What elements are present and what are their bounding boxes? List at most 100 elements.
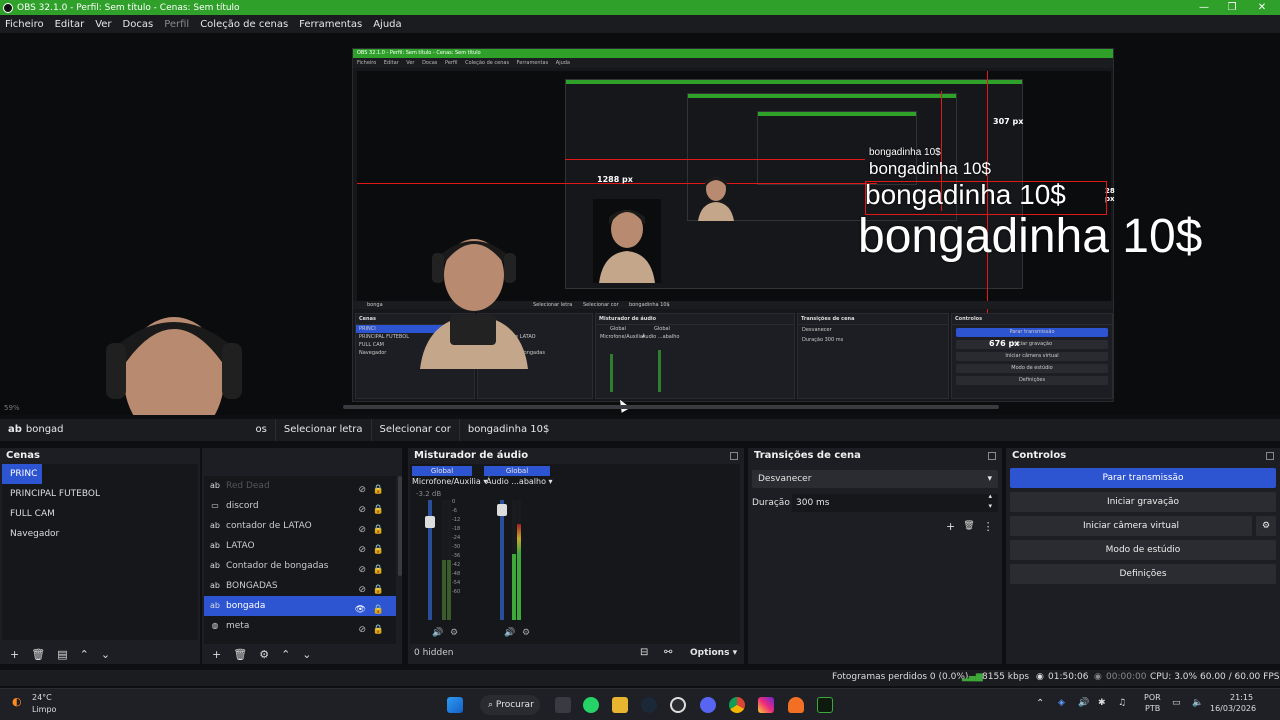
stop-streaming-button[interactable]: Parar transmissão: [1010, 468, 1276, 488]
menu-editar[interactable]: Editar: [55, 19, 85, 30]
mixer-settings-icon[interactable]: ⚙: [450, 628, 458, 638]
dock-float-icon[interactable]: [988, 452, 996, 460]
instagram-icon[interactable]: [758, 697, 774, 713]
scene-item[interactable]: Navegador: [2, 524, 198, 544]
select-font-button[interactable]: Selecionar letra: [274, 419, 371, 441]
studio-mode-button[interactable]: Modo de estúdio: [1010, 540, 1276, 560]
move-down-icon[interactable]: ⌄: [302, 648, 311, 661]
mixer-track-name[interactable]: Áudio ...abalho ▾: [486, 477, 553, 486]
preview-horizontal-scrollbar[interactable]: [343, 405, 999, 409]
tray-volume-icon[interactable]: 🔊: [1078, 698, 1089, 708]
audio-level-fill: [442, 560, 446, 620]
nested-mixer-name: Áudio ...abalho: [642, 334, 680, 340]
visibility-hidden-icon[interactable]: ⊘: [358, 620, 366, 640]
chrome-icon[interactable]: [729, 697, 745, 713]
language-indicator[interactable]: POR: [1144, 693, 1161, 702]
source-item[interactable]: ab Contador de bongadas ⊘ 🔒: [204, 556, 396, 576]
add-source-icon[interactable]: +: [212, 648, 221, 661]
add-transition-icon[interactable]: +: [946, 520, 955, 533]
transition-select[interactable]: Desvanecer ▾: [752, 470, 998, 488]
remove-transition-icon[interactable]: 🗑: [963, 521, 974, 531]
menu-docas[interactable]: Docas: [123, 19, 154, 30]
menu-colecao-cenas[interactable]: Coleção de cenas: [200, 19, 288, 30]
mixer-track-name[interactable]: Microfone/Auxilia ▾: [412, 477, 487, 486]
scene-item[interactable]: PRINC: [2, 464, 42, 484]
options-menu-button[interactable]: Options ▾: [690, 648, 737, 658]
properties-button[interactable]: os: [248, 419, 275, 441]
tray-bluetooth-icon[interactable]: ✱: [1098, 698, 1106, 708]
mute-speaker-icon[interactable]: 🔊: [432, 628, 443, 638]
volume-slider-track[interactable]: [500, 500, 504, 620]
source-item[interactable]: ▭ discord ⊘ 🔒: [204, 496, 396, 516]
file-explorer-icon[interactable]: [612, 697, 628, 713]
source-item[interactable]: ab BONGADAS ⊘ 🔒: [204, 576, 396, 596]
source-label: BONGADAS: [226, 581, 278, 591]
menu-ajuda[interactable]: Ajuda: [373, 19, 401, 30]
tray-app-icon[interactable]: ◈: [1058, 698, 1065, 708]
mixer-settings-icon[interactable]: ⚙: [522, 628, 530, 638]
duration-input[interactable]: 300 ms ▴ ▾: [792, 491, 998, 512]
mute-speaker-icon[interactable]: 🔊: [504, 628, 515, 638]
start-virtual-camera-button[interactable]: Iniciar câmera virtual: [1010, 516, 1252, 536]
settings-button[interactable]: Definições: [1010, 564, 1276, 584]
remove-scene-icon[interactable]: 🗑: [31, 648, 45, 661]
obs-taskbar-icon[interactable]: [670, 697, 686, 713]
move-up-icon[interactable]: ⌃: [281, 648, 290, 661]
menu-perfil[interactable]: Perfil: [164, 19, 189, 30]
weather-temp[interactable]: 24°C: [32, 693, 52, 702]
sources-list: ab Red Dead ⊘ 🔒 ▭ discord ⊘ 🔒 ab contador de LA…: [204, 476, 396, 644]
mixer-track-name-text: Áudio ...abalho: [486, 477, 546, 486]
select-color-button[interactable]: Selecionar cor: [370, 419, 459, 441]
menu-ver[interactable]: Ver: [95, 19, 111, 30]
tray-headset-icon[interactable]: ♫: [1118, 698, 1126, 708]
volume-slider-handle[interactable]: [425, 516, 435, 528]
terminal-icon[interactable]: [817, 697, 833, 713]
menu-ficheiro[interactable]: Ficheiro: [5, 19, 44, 30]
source-label: Red Dead: [226, 481, 270, 491]
mixer-layout-icon[interactable]: ⊟: [640, 647, 648, 658]
source-item[interactable]: ◍ meta ⊘ 🔒: [204, 616, 396, 636]
remove-source-icon[interactable]: 🗑: [233, 648, 247, 661]
close-button[interactable]: ✕: [1246, 0, 1278, 15]
whatsapp-icon[interactable]: [583, 697, 599, 713]
start-recording-button[interactable]: Iniciar gravação: [1010, 492, 1276, 512]
preview-canvas[interactable]: OBS 32.1.0 - Perfil: Sem título - Cenas:…: [0, 33, 1280, 415]
windows-start-icon[interactable]: [447, 697, 463, 713]
network-icon[interactable]: ▭: [1172, 698, 1181, 708]
menu-ferramentas[interactable]: Ferramentas: [299, 19, 362, 30]
source-item-selected[interactable]: ab bongada 👁 🔒: [204, 596, 396, 616]
maximize-button[interactable]: ❐: [1216, 0, 1248, 15]
sources-scrollbar[interactable]: [398, 476, 402, 576]
add-scene-icon[interactable]: +: [10, 648, 19, 661]
source-item[interactable]: ab LATAO ⊘ 🔒: [204, 536, 396, 556]
move-up-icon[interactable]: ⌃: [80, 648, 89, 661]
spinner-arrows-icon[interactable]: ▴ ▾: [988, 491, 992, 511]
discord-icon[interactable]: [700, 697, 716, 713]
task-view-icon[interactable]: [555, 697, 571, 713]
soundcloud-icon[interactable]: [788, 697, 804, 713]
steam-icon[interactable]: [641, 697, 657, 713]
speaker-icon[interactable]: 🔈: [1192, 698, 1203, 708]
dock-float-icon[interactable]: [1266, 452, 1274, 460]
dropdown-caret-icon[interactable]: ▾: [549, 477, 553, 486]
source-item[interactable]: ab Red Dead ⊘ 🔒: [204, 476, 396, 496]
transition-menu-icon[interactable]: ⋮: [983, 520, 994, 533]
move-down-icon[interactable]: ⌄: [101, 648, 110, 661]
text-value-field[interactable]: bongadinha 10$: [458, 419, 557, 441]
tray-expand-icon[interactable]: ⌃: [1036, 698, 1044, 709]
mixer-link-icon[interactable]: ⚯: [664, 647, 672, 658]
filter-scene-icon[interactable]: ▤: [57, 648, 67, 661]
taskbar-search[interactable]: ⌕ Procurar: [480, 695, 540, 715]
virtual-camera-gear-icon[interactable]: ⚙: [1256, 516, 1276, 536]
clock-time[interactable]: 21:15: [1230, 693, 1253, 702]
text-overlay-main[interactable]: bongadinha 10$: [858, 209, 1202, 264]
scene-item[interactable]: PRINCIPAL FUTEBOL: [2, 484, 198, 504]
dock-float-icon[interactable]: [730, 452, 738, 460]
source-properties-gear-icon[interactable]: ⚙: [259, 648, 269, 661]
volume-slider-handle[interactable]: [497, 504, 507, 516]
nested-menu-item: Ajuda: [555, 60, 570, 66]
nested-control-button: Modo de estúdio: [956, 364, 1108, 373]
lock-icon[interactable]: 🔒: [373, 620, 384, 640]
scene-item[interactable]: FULL CAM: [2, 504, 198, 524]
source-item[interactable]: ab contador de LATAO ⊘ 🔒: [204, 516, 396, 536]
